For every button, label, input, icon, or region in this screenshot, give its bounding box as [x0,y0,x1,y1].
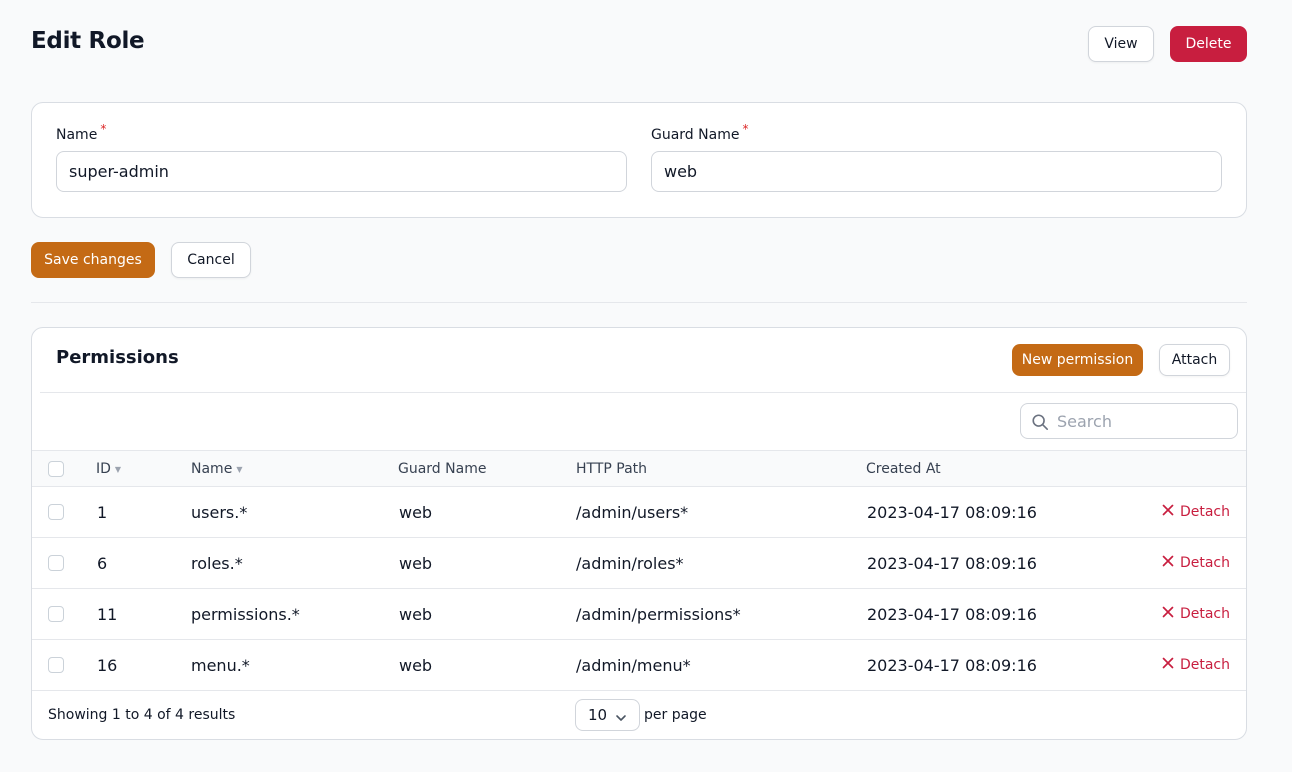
cell-id: 11 [97,605,118,624]
close-icon [1162,504,1174,520]
per-page-label: per page [644,707,707,723]
search-input[interactable]: Search [1020,403,1238,439]
row-checkbox[interactable] [48,555,64,571]
per-page-select[interactable]: 10 [575,699,640,731]
chevron-down-icon [615,710,627,728]
column-guard-name: Guard Name [398,461,486,477]
guard-name-input[interactable]: web [651,151,1222,192]
close-icon [1162,657,1174,673]
cell-guard: web [399,503,433,522]
detach-label: Detach [1179,504,1230,520]
name-input[interactable]: super-admin [56,151,627,192]
column-created-label: Created At [866,461,941,477]
header-separator [40,392,1246,393]
cell-guard: web [399,605,433,624]
section-divider [31,302,1247,303]
search-placeholder: Search [1057,411,1112,431]
column-id-label: ID [96,461,111,477]
cell-name: roles.* [191,554,243,573]
table-row: 6 roles.* web /admin/roles* 2023-04-17 0… [32,538,1246,589]
cell-guard: web [399,554,433,573]
sort-icon: ▼ [236,464,243,474]
delete-button[interactable]: Delete [1170,26,1247,62]
cell-path: /admin/roles* [576,554,684,573]
table-row: 11 permissions.* web /admin/permissions*… [32,589,1246,640]
new-permission-button[interactable]: New permission [1012,344,1143,376]
guard-name-label-text: Guard Name [651,127,740,143]
table-row: 1 users.* web /admin/users* 2023-04-17 0… [32,487,1246,538]
table-header: ID ▼ Name ▼ Guard Name HTTP Path Created… [32,450,1246,487]
column-id[interactable]: ID ▼ [96,461,121,477]
detach-button[interactable]: Detach [1162,555,1230,571]
row-checkbox[interactable] [48,606,64,622]
cell-id: 16 [97,656,118,675]
column-guard-label: Guard Name [398,461,487,477]
required-mark: * [742,122,749,136]
permissions-title: Permissions [56,347,179,368]
cell-name: permissions.* [191,605,300,624]
view-button[interactable]: View [1088,26,1154,62]
cell-created: 2023-04-17 08:09:16 [867,554,1037,573]
row-checkbox[interactable] [48,504,64,520]
cell-id: 1 [97,503,108,522]
per-page-value: 10 [588,706,608,724]
column-path-label: HTTP Path [576,461,648,477]
detach-button[interactable]: Detach [1162,606,1230,622]
name-label: Name * [56,122,106,143]
cell-id: 6 [97,554,108,573]
cell-path: /admin/menu* [576,656,691,675]
attach-button[interactable]: Attach [1159,344,1230,376]
column-name-label: Name [191,461,233,477]
cell-name: menu.* [191,656,250,675]
required-mark: * [100,122,107,136]
search-icon [1031,413,1049,435]
column-created-at: Created At [866,461,941,477]
column-name[interactable]: Name ▼ [191,461,242,477]
detach-label: Detach [1179,555,1230,571]
cell-created: 2023-04-17 08:09:16 [867,605,1037,624]
page-title: Edit Role [31,28,145,54]
pagination-summary: Showing 1 to 4 of 4 results [48,707,236,723]
detach-label: Detach [1179,606,1230,622]
close-icon [1162,606,1174,622]
name-label-text: Name [56,127,98,143]
sort-icon: ▼ [114,464,122,474]
cancel-button[interactable]: Cancel [171,242,251,278]
cell-guard: web [399,656,433,675]
detach-label: Detach [1179,657,1230,673]
cell-created: 2023-04-17 08:09:16 [867,503,1037,522]
close-icon [1162,555,1174,571]
row-checkbox[interactable] [48,657,64,673]
detach-button[interactable]: Detach [1162,504,1230,520]
select-all-checkbox[interactable] [48,461,64,477]
guard-name-label: Guard Name * [651,122,748,143]
column-http-path: HTTP Path [576,461,647,477]
cell-path: /admin/permissions* [576,605,741,624]
cell-created: 2023-04-17 08:09:16 [867,656,1037,675]
cell-path: /admin/users* [576,503,689,522]
cell-name: users.* [191,503,248,522]
table-row: 16 menu.* web /admin/menu* 2023-04-17 08… [32,640,1246,691]
save-changes-button[interactable]: Save changes [31,242,155,278]
detach-button[interactable]: Detach [1162,657,1230,673]
